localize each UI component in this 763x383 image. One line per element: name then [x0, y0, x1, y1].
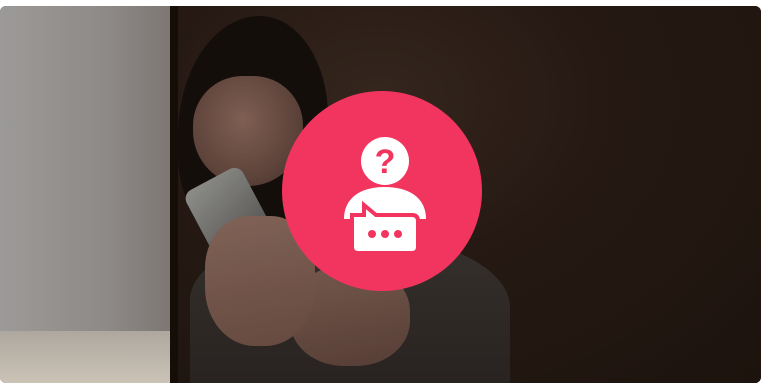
question-mark-glyph: ? [375, 143, 396, 181]
anonymous-chat-badge: ? [282, 91, 482, 291]
anonymous-chat-user-icon: ? [344, 137, 426, 255]
